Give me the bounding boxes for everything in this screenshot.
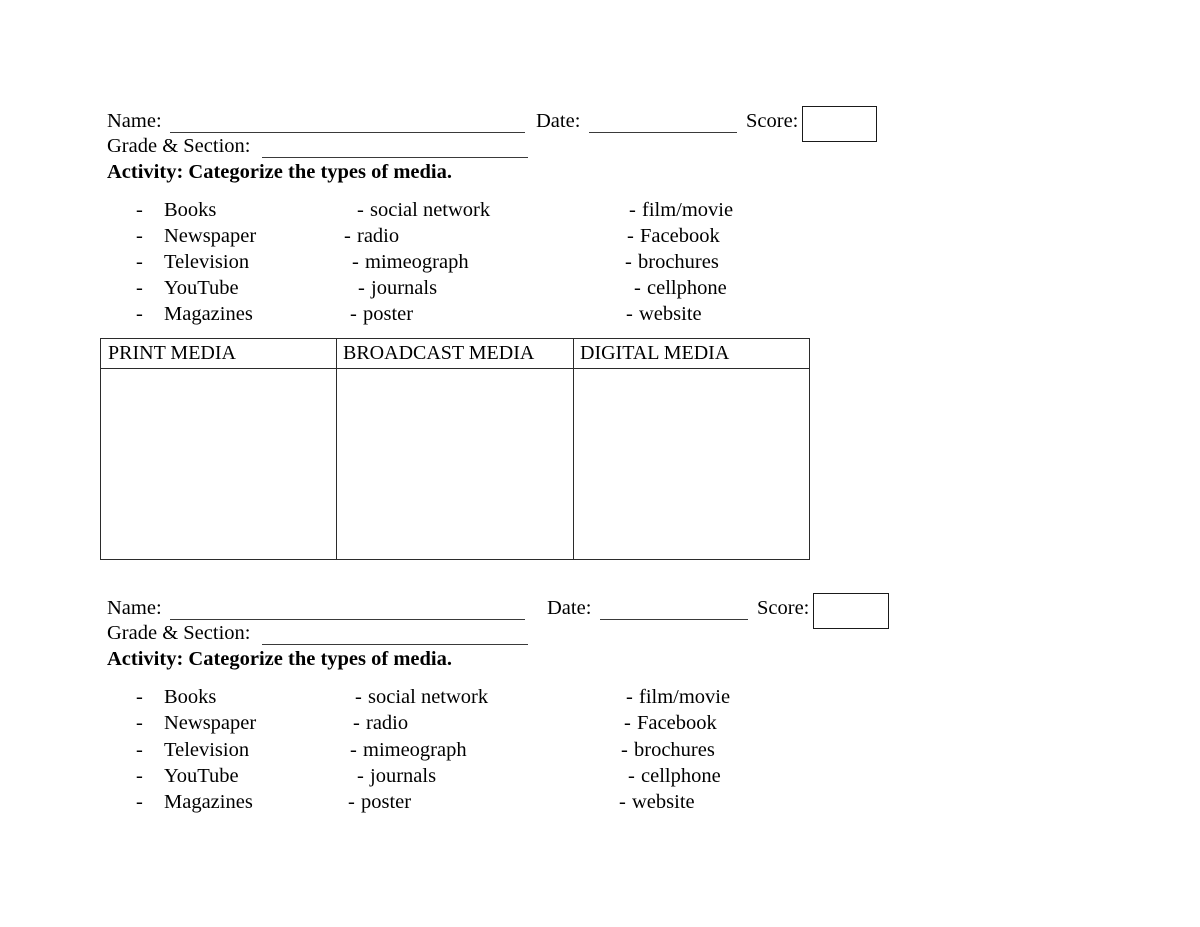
wordbank-item: radio: [357, 225, 400, 247]
wordbank-item: website: [632, 791, 695, 813]
wordbank-item: social network: [368, 686, 489, 708]
wordbank-item: Books: [164, 686, 217, 708]
grade-section-input-top[interactable]: [262, 157, 528, 158]
table-header-label: DIGITAL MEDIA: [580, 342, 730, 364]
header-row-name-date-score-top: Name: Date: Score:: [0, 106, 1200, 142]
wordbank-bullet: -: [136, 303, 143, 325]
activity-instruction-top: Activity: Categorize the types of media.: [107, 161, 452, 183]
header-row-grade-section-top: Grade & Section:: [0, 133, 1200, 160]
wordbank-item: cellphone: [647, 277, 727, 299]
table-header-broadcast-media: BROADCAST MEDIA: [336, 339, 573, 369]
grade-section-label-top: Grade & Section:: [107, 135, 251, 157]
name-label-top: Name:: [107, 110, 162, 132]
wordbank-bullet: -: [136, 251, 143, 273]
wordbank-item: Facebook: [637, 712, 717, 734]
wordbank-item: Television: [164, 251, 250, 273]
wordbank-bullet: -: [136, 739, 143, 761]
table-header-label: PRINT MEDIA: [108, 342, 236, 364]
wordbank-bullet: -: [136, 225, 143, 247]
wordbank-item: poster: [363, 303, 414, 325]
wordbank-item: film/movie: [639, 686, 731, 708]
wordbank-bullet: -: [626, 303, 633, 325]
wordbank-bullet: -: [626, 686, 633, 708]
grade-section-input-bottom[interactable]: [262, 644, 528, 645]
wordbank-bullet: -: [358, 277, 365, 299]
wordbank-bullet: -: [136, 277, 143, 299]
wordbank-bullet: -: [350, 739, 357, 761]
worksheet-page: Name: Date: Score: Grade & Section: Acti…: [0, 0, 1200, 927]
wordbank-bullet: -: [352, 251, 359, 273]
table-header-print-media: PRINT MEDIA: [101, 339, 336, 369]
activity-instruction-bottom: Activity: Categorize the types of media.: [107, 648, 452, 670]
wordbank-item: mimeograph: [365, 251, 469, 273]
wordbank-item: YouTube: [164, 765, 239, 787]
wordbank-bullet: -: [619, 791, 626, 813]
wordbank-item: website: [639, 303, 702, 325]
wordbank-bullet: -: [629, 199, 636, 221]
wordbank-item: cellphone: [641, 765, 721, 787]
wordbank-item: Newspaper: [164, 712, 257, 734]
wordbank-item: film/movie: [642, 199, 734, 221]
wordbank-item: Magazines: [164, 303, 253, 325]
wordbank-item: journals: [371, 277, 438, 299]
table-cell-digital-media[interactable]: [573, 369, 809, 558]
wordbank-bullet: -: [350, 303, 357, 325]
wordbank-item: social network: [370, 199, 491, 221]
date-label-top: Date:: [536, 110, 581, 132]
wordbank-bullet: -: [136, 199, 143, 221]
wordbank-bullet: -: [624, 712, 631, 734]
date-label-bottom: Date:: [547, 597, 592, 619]
table-cell-print-media[interactable]: [101, 369, 336, 558]
media-category-table: PRINT MEDIA BROADCAST MEDIA DIGITAL MEDI…: [100, 338, 810, 560]
wordbank-bullet: -: [136, 765, 143, 787]
wordbank-item: poster: [361, 791, 412, 813]
table-header-digital-media: DIGITAL MEDIA: [573, 339, 809, 369]
wordbank-item: brochures: [638, 251, 719, 273]
wordbank-item: Magazines: [164, 791, 253, 813]
wordbank-item: Newspaper: [164, 225, 257, 247]
table-header-label: BROADCAST MEDIA: [343, 342, 535, 364]
wordbank-bullet: -: [348, 791, 355, 813]
wordbank-bullet: -: [357, 199, 364, 221]
wordbank-bullet: -: [136, 686, 143, 708]
name-label-bottom: Name:: [107, 597, 162, 619]
wordbank-bullet: -: [355, 686, 362, 708]
header-row-name-date-score-bottom: Name: Date: Score:: [0, 593, 1200, 629]
wordbank-item: radio: [366, 712, 409, 734]
wordbank-bullet: -: [628, 765, 635, 787]
wordbank-bullet: -: [627, 225, 634, 247]
wordbank-item: Facebook: [640, 225, 720, 247]
wordbank-bullet: -: [136, 791, 143, 813]
wordbank-item: Television: [164, 739, 250, 761]
wordbank-bullet: -: [621, 739, 628, 761]
score-label-bottom: Score:: [757, 597, 810, 619]
wordbank-bullet: -: [136, 712, 143, 734]
wordbank-bullet: -: [344, 225, 351, 247]
score-label-top: Score:: [746, 110, 799, 132]
wordbank-item: brochures: [634, 739, 715, 761]
wordbank-item: Books: [164, 199, 217, 221]
wordbank-item: mimeograph: [363, 739, 467, 761]
wordbank-bullet: -: [625, 251, 632, 273]
wordbank-bullet: -: [353, 712, 360, 734]
wordbank-item: journals: [370, 765, 437, 787]
header-row-grade-section-bottom: Grade & Section:: [0, 620, 1200, 647]
wordbank-item: YouTube: [164, 277, 239, 299]
wordbank-bullet: -: [634, 277, 641, 299]
grade-section-label-bottom: Grade & Section:: [107, 622, 251, 644]
table-cell-broadcast-media[interactable]: [336, 369, 573, 558]
wordbank-bullet: -: [357, 765, 364, 787]
